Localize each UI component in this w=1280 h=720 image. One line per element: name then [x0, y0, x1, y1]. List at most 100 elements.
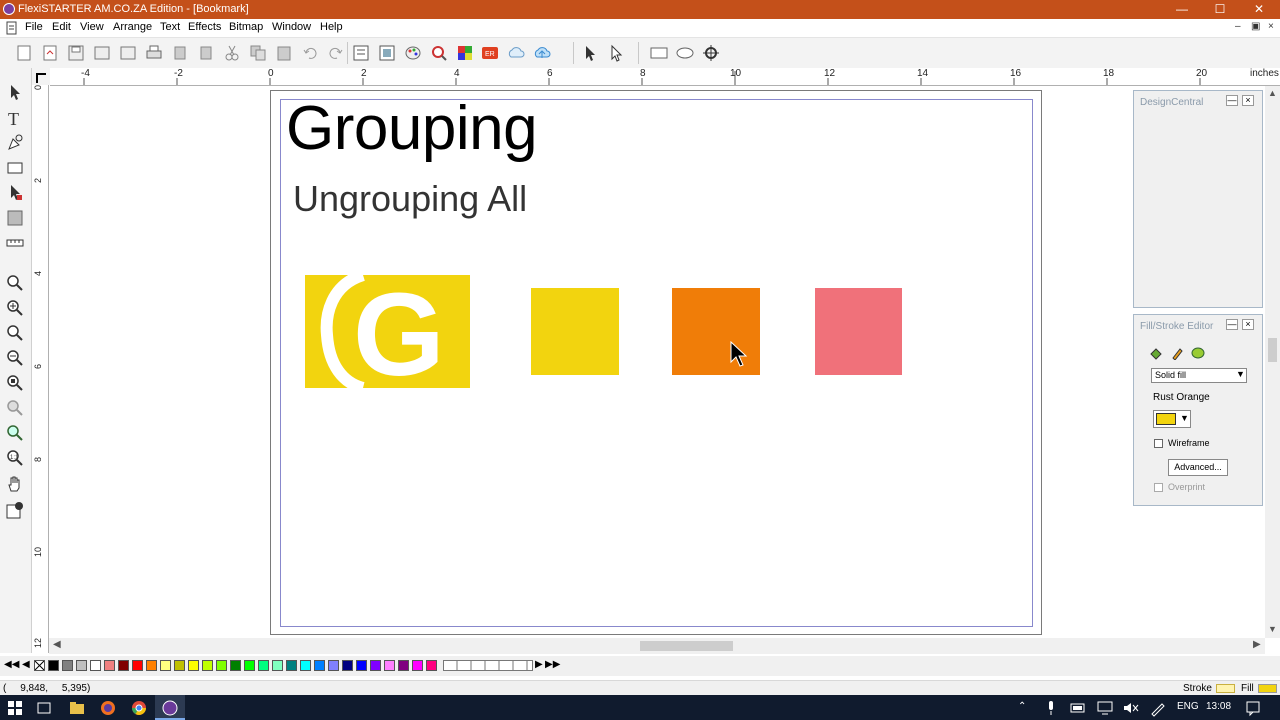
palette-swatch[interactable] — [104, 660, 115, 671]
mdi-close-button[interactable]: × — [1268, 21, 1274, 32]
flexi-taskbar-button[interactable] — [155, 695, 185, 720]
palette-swatch[interactable] — [216, 660, 227, 671]
scissors-icon[interactable] — [223, 44, 241, 62]
palette-swatch[interactable] — [48, 660, 59, 671]
select-arrow-icon[interactable] — [581, 44, 599, 62]
cloud-upload-icon[interactable] — [533, 44, 551, 62]
scrollbar-thumb[interactable] — [1268, 338, 1277, 362]
node-select-icon[interactable] — [607, 44, 625, 62]
yellow-square[interactable] — [531, 288, 619, 375]
task-view-icon[interactable] — [35, 699, 53, 717]
zoom-out-icon[interactable] — [6, 349, 24, 367]
fill-color-indicator[interactable] — [1258, 684, 1277, 693]
scroll-up-icon[interactable]: ▲ — [1268, 88, 1277, 98]
palette-swatch[interactable] — [62, 660, 73, 671]
menu-file[interactable]: File — [25, 21, 43, 33]
zoom-page-icon[interactable] — [6, 324, 24, 342]
windows-start-icon[interactable] — [6, 699, 24, 717]
palette-swatch[interactable] — [314, 660, 325, 671]
send-icon[interactable] — [197, 44, 215, 62]
palette-swatch[interactable] — [118, 660, 129, 671]
palette-swatch[interactable] — [356, 660, 367, 671]
chrome-icon[interactable] — [130, 699, 148, 717]
palette-swatch[interactable] — [412, 660, 423, 671]
new-file-icon[interactable] — [15, 44, 33, 62]
zoom-selection-icon[interactable] — [6, 399, 24, 417]
palette-swatch[interactable] — [426, 660, 437, 671]
palette-swatch[interactable] — [384, 660, 395, 671]
node-edit-icon[interactable] — [6, 184, 24, 202]
g-logo-block[interactable]: G — [305, 275, 470, 388]
palette-swatch[interactable] — [370, 660, 381, 671]
palette-swatch[interactable] — [398, 660, 409, 671]
palette-swatch[interactable] — [258, 660, 269, 671]
pen-tool-icon[interactable] — [6, 134, 24, 152]
scrollbar-thumb[interactable] — [640, 641, 733, 651]
crosshair-icon[interactable] — [702, 44, 720, 62]
print-icon[interactable] — [145, 44, 163, 62]
job-manager-icon[interactable] — [378, 44, 396, 62]
import-icon[interactable] — [93, 44, 111, 62]
close-button[interactable]: ✕ — [1240, 0, 1278, 19]
palette-swatch[interactable] — [76, 660, 87, 671]
palette-swatch[interactable] — [202, 660, 213, 671]
eyedropper-tool-icon[interactable] — [6, 501, 24, 519]
save-icon[interactable] — [67, 44, 85, 62]
firefox-icon[interactable] — [99, 699, 117, 717]
open-file-icon[interactable] — [41, 44, 59, 62]
stroke-pen-icon[interactable] — [1170, 346, 1184, 360]
menu-help[interactable]: Help — [320, 21, 343, 33]
stroke-color-indicator[interactable] — [1216, 684, 1235, 693]
menu-arrange[interactable]: Arrange — [113, 21, 152, 33]
vertical-scrollbar[interactable]: ▲ ▼ — [1265, 86, 1280, 638]
palette-next-icon[interactable]: ▶ — [535, 659, 543, 670]
wireframe-checkbox[interactable] — [1154, 439, 1163, 448]
palette-swatch[interactable] — [132, 660, 143, 671]
pen-ink-icon[interactable] — [1149, 699, 1167, 717]
cut-contour-icon[interactable] — [171, 44, 189, 62]
empty-swatches[interactable] — [443, 660, 533, 671]
canvas-subtitle-text[interactable]: Ungrouping All — [293, 178, 527, 220]
zoom-tool-icon[interactable] — [6, 274, 24, 292]
palette-first-icon[interactable]: ◀◀ — [4, 659, 19, 670]
color-picker-button[interactable]: ▼ — [1153, 410, 1191, 428]
palette-swatch[interactable] — [174, 660, 185, 671]
fill-tool-icon[interactable] — [6, 209, 24, 227]
pan-hand-icon[interactable] — [6, 475, 24, 493]
palette-swatch[interactable] — [300, 660, 311, 671]
palette-swatch[interactable] — [160, 660, 171, 671]
scroll-right-icon[interactable]: ▶ — [1253, 639, 1261, 650]
menu-window[interactable]: Window — [272, 21, 311, 33]
advanced-button[interactable]: Advanced... — [1168, 459, 1228, 476]
panel-close-button[interactable]: × — [1242, 95, 1254, 106]
scroll-left-icon[interactable]: ◀ — [53, 639, 61, 650]
scroll-down-icon[interactable]: ▼ — [1268, 624, 1277, 634]
canvas-title-text[interactable]: Grouping — [286, 93, 538, 164]
text-tool-icon[interactable]: T — [6, 109, 24, 127]
volume-muted-icon[interactable] — [1122, 699, 1140, 717]
zoom-previous-icon[interactable] — [6, 424, 24, 442]
no-color-swatch[interactable] — [34, 660, 45, 671]
battery-icon[interactable] — [1069, 699, 1087, 717]
palette-swatch[interactable] — [188, 660, 199, 671]
palette-last-icon[interactable]: ▶▶ — [545, 659, 560, 670]
panel-minimize-button[interactable]: — — [1226, 95, 1238, 106]
copy-icon[interactable] — [249, 44, 267, 62]
mdi-restore-button[interactable]: ▣ — [1251, 21, 1260, 32]
paste-icon[interactable] — [275, 44, 293, 62]
palette-swatch[interactable] — [244, 660, 255, 671]
zoom-all-icon[interactable] — [6, 374, 24, 392]
menu-bitmap[interactable]: Bitmap — [229, 21, 263, 33]
palette-prev-icon[interactable]: ◀ — [22, 659, 30, 670]
palette-swatch[interactable] — [146, 660, 157, 671]
network-icon[interactable] — [1096, 699, 1114, 717]
chevron-up-icon[interactable]: ⌃ — [1018, 701, 1026, 712]
menu-text[interactable]: Text — [160, 21, 180, 33]
zoom-actual-icon[interactable]: 1:1 — [6, 449, 24, 467]
pink-square[interactable] — [815, 288, 902, 375]
horizontal-scrollbar[interactable]: ◀ ▶ — [49, 638, 1265, 654]
zoom-in-icon[interactable] — [6, 299, 24, 317]
undo-icon[interactable] — [301, 44, 319, 62]
redo-icon[interactable] — [327, 44, 345, 62]
measure-tool-icon[interactable] — [6, 234, 24, 252]
